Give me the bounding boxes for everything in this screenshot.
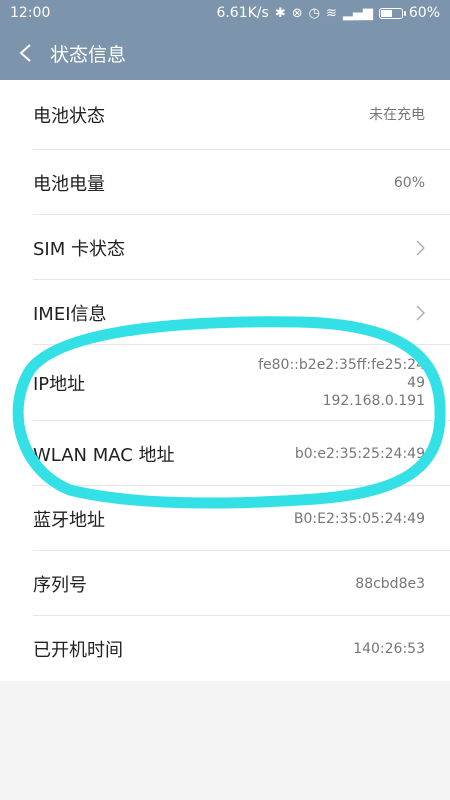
row-uptime[interactable]: 已开机时间 140:26:53 <box>0 616 450 681</box>
row-imei-info[interactable]: IMEI信息 <box>0 280 450 345</box>
row-label: 序列号 <box>33 574 87 596</box>
row-battery-level[interactable]: 电池电量 60% <box>0 150 450 215</box>
row-label: 已开机时间 <box>33 639 123 661</box>
row-value: 140:26:53 <box>353 640 425 657</box>
row-label: IP地址 <box>33 374 86 395</box>
battery-percent: 60% <box>408 5 440 21</box>
battery-fill <box>380 9 393 17</box>
ip-line-3: 192.168.0.191 <box>322 393 425 409</box>
status-icons: 6.61K/s ✱ ⊗ ◷ ≋ ▂▄▆ 60% <box>216 5 440 21</box>
row-label: 电池电量 <box>33 173 105 195</box>
row-value: fe80::b2e2:35ff:fe25:24 49 192.168.0.191 <box>258 356 425 410</box>
ip-line-2: 49 <box>407 375 425 391</box>
row-label: 电池状态 <box>33 106 105 127</box>
vibrate-icon: ⊗ <box>291 5 303 21</box>
chevron-right-icon <box>415 305 425 321</box>
wifi-icon: ≋ <box>325 5 337 21</box>
row-bluetooth-address[interactable]: 蓝牙地址 B0:E2:35:05:24:49 <box>0 486 450 551</box>
back-button[interactable] <box>0 26 50 80</box>
row-sim-status[interactable]: SIM 卡状态 <box>0 215 450 280</box>
row-value: 60% <box>393 174 425 191</box>
row-label: 蓝牙地址 <box>33 509 105 531</box>
row-battery-status[interactable]: 电池状态 未在充电 <box>0 80 450 150</box>
row-value: 88cbd8e3 <box>355 575 425 592</box>
battery-icon <box>378 7 406 19</box>
row-label: IMEI信息 <box>33 303 107 325</box>
page-title: 状态信息 <box>50 43 127 66</box>
signal-icon: ▂▄▆ <box>342 5 373 21</box>
row-wlan-mac[interactable]: WLAN MAC 地址 b0:e2:35:25:24:49 <box>0 421 450 486</box>
row-label: SIM 卡状态 <box>33 238 125 260</box>
row-value: b0:e2:35:25:24:49 <box>294 445 425 462</box>
app-bar: 状态信息 <box>0 26 450 80</box>
status-time: 12:00 <box>10 5 51 21</box>
alarm-icon: ◷ <box>308 5 320 21</box>
row-label: WLAN MAC 地址 <box>33 444 175 466</box>
status-bar: 12:00 6.61K/s ✱ ⊗ ◷ ≋ ▂▄▆ 60% <box>0 0 450 26</box>
chevron-right-icon <box>415 240 425 256</box>
bluetooth-icon: ✱ <box>274 5 286 21</box>
chevron-left-icon <box>19 44 31 62</box>
row-serial-number[interactable]: 序列号 88cbd8e3 <box>0 551 450 616</box>
row-value: B0:E2:35:05:24:49 <box>293 510 425 527</box>
row-value: 未在充电 <box>369 107 425 123</box>
status-list: 电池状态 未在充电 电池电量 60% SIM 卡状态 IMEI信息 IP地址 f… <box>0 80 450 681</box>
network-speed: 6.61K/s <box>216 5 269 21</box>
row-ip-address[interactable]: IP地址 fe80::b2e2:35ff:fe25:24 49 192.168.… <box>0 345 450 421</box>
ip-line-1: fe80::b2e2:35ff:fe25:24 <box>258 357 425 373</box>
